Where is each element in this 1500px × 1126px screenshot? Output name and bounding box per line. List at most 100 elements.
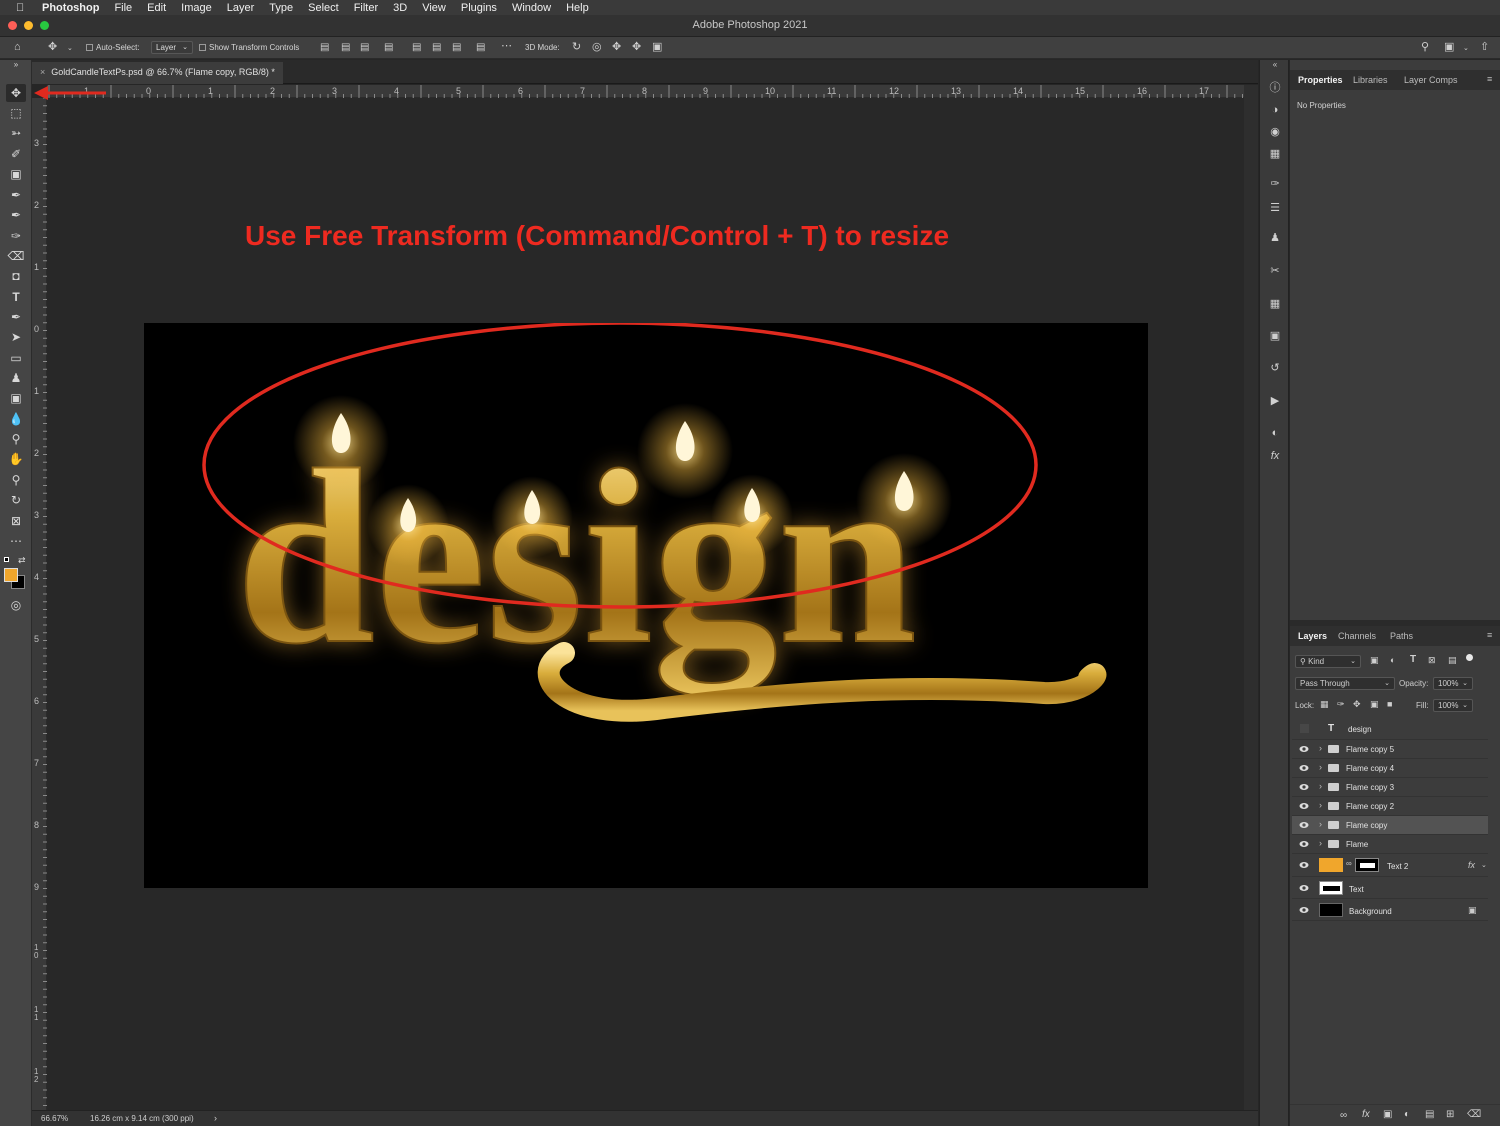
collapse-panels-icon[interactable]: « — [1267, 61, 1283, 69]
distribute-vertical-icon[interactable]: ▤ — [476, 42, 485, 53]
tool-presets-icon[interactable]: ✂ — [1267, 263, 1283, 279]
blur-tool-icon[interactable]: 💧 — [6, 410, 26, 428]
workspace-icon[interactable]: ▣ — [1444, 42, 1454, 53]
default-colors-icon[interactable] — [4, 557, 12, 565]
swap-colors-icon[interactable]: ⇄ — [18, 555, 26, 566]
new-adjustment-layer-icon[interactable]: ◐ — [1404, 1109, 1410, 1120]
menu-select[interactable]: Select — [308, 2, 339, 14]
layer-row[interactable]: › Flame copy 2 — [1292, 797, 1488, 816]
layer-row[interactable]: T design — [1292, 719, 1488, 740]
chevron-right-icon[interactable]: › — [1319, 781, 1322, 791]
move-tool-icon[interactable]: ✥ — [6, 84, 26, 102]
zoom-tool-icon[interactable]: ⚲ — [6, 471, 26, 489]
clone-stamp-tool-icon[interactable]: ♟ — [6, 369, 26, 387]
align-left-icon[interactable]: ▤ — [320, 42, 329, 53]
menu-plugins[interactable]: Plugins — [461, 2, 497, 14]
dodge-tool-icon[interactable]: ⚲ — [6, 430, 26, 448]
menu-type[interactable]: Type — [269, 2, 293, 14]
layer-row-selected[interactable]: › Flame copy — [1292, 816, 1488, 835]
layer-row[interactable]: › Flame copy 5 — [1292, 740, 1488, 759]
menu-window[interactable]: Window — [512, 2, 551, 14]
eye-icon[interactable] — [1299, 764, 1309, 772]
blend-mode-dropdown[interactable]: Pass Through ⌄ — [1295, 677, 1395, 690]
eye-icon[interactable] — [1299, 821, 1309, 829]
move-tool-preset-icon[interactable]: ✥ — [48, 42, 57, 53]
eye-icon[interactable] — [1299, 802, 1309, 810]
align-top-icon[interactable]: ▤ — [412, 42, 421, 53]
lock-artboard-icon[interactable]: ▣ — [1370, 699, 1379, 710]
auto-select-dropdown[interactable]: Layer ⌄ — [151, 41, 193, 54]
rectangle-tool-icon[interactable]: ▭ — [6, 349, 26, 367]
menu-3d[interactable]: 3D — [393, 2, 407, 14]
hand-tool-icon[interactable]: ✋ — [6, 450, 26, 468]
foreground-color-swatch[interactable] — [4, 568, 18, 582]
layer-mask-thumbnail[interactable] — [1355, 858, 1379, 872]
3d-scale-icon[interactable]: ▣ — [652, 42, 662, 53]
gradients-icon[interactable]: ▣ — [1267, 328, 1283, 344]
tab-channels[interactable]: Channels — [1338, 631, 1376, 641]
align-horizontal-center-icon[interactable]: ▤ — [341, 42, 350, 53]
fx-icon[interactable]: fx — [1468, 860, 1475, 870]
crop-tool-icon[interactable]: ▣ — [6, 165, 26, 183]
distribute-icon[interactable]: ▤ — [384, 42, 393, 53]
lock-image-icon[interactable]: ✑ — [1337, 699, 1345, 710]
tab-libraries[interactable]: Libraries — [1353, 75, 1388, 85]
brushes-icon[interactable]: ✑ — [1267, 176, 1283, 192]
filter-adjustment-icon[interactable]: ◐ — [1390, 655, 1395, 665]
filter-pixel-icon[interactable]: ▣ — [1370, 655, 1379, 666]
document-canvas[interactable]: design design — [144, 323, 1148, 888]
brush-tool-icon[interactable]: ✑ — [6, 227, 26, 245]
menu-app-name[interactable]: Photoshop — [42, 2, 99, 14]
pen-tool-icon[interactable]: ✒ — [6, 308, 26, 326]
grid-icon[interactable]: ▦ — [1267, 296, 1283, 312]
filter-shape-icon[interactable]: ⊠ — [1428, 655, 1436, 666]
menu-view[interactable]: View — [422, 2, 446, 14]
layer-row[interactable]: Background ▣ — [1292, 899, 1488, 921]
align-bottom-icon[interactable]: ▤ — [452, 42, 461, 53]
chevron-right-icon[interactable]: › — [1319, 762, 1322, 772]
paint-bucket-tool-icon[interactable]: ◘ — [6, 267, 26, 285]
add-layer-style-icon[interactable]: fx — [1362, 1109, 1370, 1120]
eye-icon[interactable] — [1299, 840, 1309, 848]
apple-icon[interactable]:  — [16, 2, 32, 14]
align-vertical-center-icon[interactable]: ▤ — [432, 42, 441, 53]
eye-icon[interactable] — [1299, 783, 1309, 791]
type-tool-icon[interactable]: T — [6, 288, 26, 306]
layer-thumbnail[interactable] — [1319, 903, 1343, 917]
fill-field[interactable]: 100% ⌄ — [1433, 699, 1473, 712]
panel-menu-icon[interactable]: ≡ — [1487, 74, 1492, 84]
more-options-icon[interactable]: ⋯ — [501, 41, 512, 52]
menu-filter[interactable]: Filter — [354, 2, 378, 14]
tab-layers[interactable]: Layers — [1298, 631, 1327, 641]
chevron-right-icon[interactable]: › — [1319, 743, 1322, 753]
fx-icon[interactable]: fx — [1267, 448, 1283, 464]
marquee-tool-icon[interactable]: ⬚ — [6, 104, 26, 122]
menu-file[interactable]: File — [114, 2, 132, 14]
opacity-field[interactable]: 100% ⌄ — [1433, 677, 1473, 690]
layer-row[interactable]: Text — [1292, 877, 1488, 899]
new-group-icon[interactable]: ▤ — [1425, 1109, 1434, 1120]
layer-row[interactable]: › Flame copy 3 — [1292, 778, 1488, 797]
edit-toolbar-icon[interactable]: ⋯ — [6, 532, 26, 550]
adjustments-icon[interactable]: ☰ — [1267, 200, 1283, 216]
3d-pan-icon[interactable]: ✥ — [612, 42, 621, 53]
filter-type-icon[interactable]: T — [1410, 654, 1416, 665]
new-layer-icon[interactable]: ⊞ — [1446, 1109, 1454, 1120]
chevron-down-icon[interactable]: ⌄ — [1463, 43, 1469, 54]
link-icon[interactable]: ∞ — [1346, 859, 1352, 868]
show-transform-controls-checkbox[interactable]: Show Transform Controls — [199, 43, 299, 52]
lasso-tool-icon[interactable]: ➳ — [6, 124, 26, 142]
align-right-icon[interactable]: ▤ — [360, 42, 369, 53]
collapse-toolbar-icon[interactable]: » — [6, 60, 26, 70]
lock-position-icon[interactable]: ✥ — [1353, 699, 1361, 710]
styles-icon[interactable]: ◐ — [1267, 425, 1283, 441]
eye-icon[interactable] — [1299, 884, 1309, 892]
layer-thumbnail[interactable] — [1319, 881, 1343, 895]
zoom-level[interactable]: 66.67% — [41, 1114, 68, 1123]
lock-all-icon[interactable]: ■ — [1387, 699, 1392, 709]
search-icon[interactable]: ⚲ — [1421, 42, 1429, 53]
rotate-view-tool-icon[interactable]: ↻ — [6, 491, 26, 509]
artboard-tool-icon[interactable]: ⊠ — [6, 512, 26, 530]
path-selection-tool-icon[interactable]: ➤ — [6, 328, 26, 346]
layer-row[interactable]: ∞ Text 2 fx ⌄ — [1292, 854, 1488, 877]
